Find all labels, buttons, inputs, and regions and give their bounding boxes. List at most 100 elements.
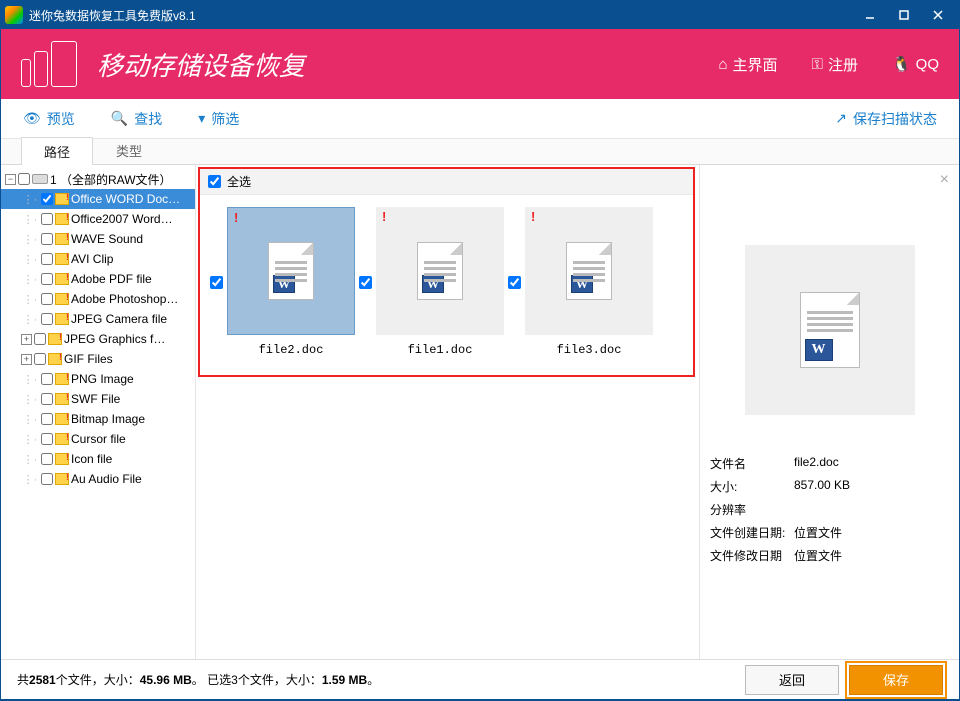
tree-item-label: Cursor file <box>71 432 126 446</box>
tree-item[interactable]: ⋮·SWF File <box>1 389 195 409</box>
qq-icon: 🐧 <box>892 55 911 73</box>
toolbar: 👁预览 🔍查找 ▾筛选 ↗保存扫描状态 <box>1 99 959 139</box>
folder-icon <box>55 413 69 425</box>
filter-button[interactable]: ▾筛选 <box>198 109 239 129</box>
tree-branch: ⋮· <box>21 233 39 246</box>
titlebar: 迷你兔数据恢复工具免费版v8.1 <box>1 1 959 29</box>
tree-item[interactable]: ⋮·Cursor file <box>1 429 195 449</box>
tree-item-label: Office WORD Doc… <box>71 192 180 206</box>
tree-item-checkbox[interactable] <box>41 373 53 385</box>
search-icon: 🔍 <box>111 110 128 127</box>
tree-item-checkbox[interactable] <box>41 413 53 425</box>
close-button[interactable] <box>921 3 955 27</box>
tree-item-label: Office2007 Word… <box>71 212 173 226</box>
tree-item-checkbox[interactable] <box>41 473 53 485</box>
back-button[interactable]: 返回 <box>745 665 839 695</box>
tree-item-label: Icon file <box>71 452 112 466</box>
status-text: 共2581个文件，大小：45.96 MB。 已选3个文件，大小：1.59 MB。 <box>17 671 735 688</box>
tree-item[interactable]: ⋮· Office WORD Doc… <box>1 189 195 209</box>
file-checkbox[interactable] <box>210 276 223 289</box>
tree-item[interactable]: ⋮·Adobe Photoshop… <box>1 289 195 309</box>
folder-icon <box>55 293 69 305</box>
meta-modified-label: 文件修改日期 <box>710 547 794 564</box>
tree-item-checkbox[interactable] <box>41 273 53 285</box>
tree-item-checkbox[interactable] <box>34 353 46 365</box>
tree-item-label: GIF Files <box>64 352 113 366</box>
register-link[interactable]: ⚿注册 <box>812 54 858 75</box>
tree-item-checkbox[interactable] <box>41 253 53 265</box>
tree-item[interactable]: ⋮·Icon file <box>1 449 195 469</box>
select-all-row: 全选 <box>200 169 693 195</box>
maximize-button[interactable] <box>887 3 921 27</box>
tree-branch: ⋮· <box>21 273 39 286</box>
tree-item[interactable]: ⋮·Au Audio File <box>1 469 195 489</box>
folder-icon <box>55 373 69 385</box>
tree-item-label: JPEG Graphics f… <box>64 332 165 346</box>
folder-icon <box>55 433 69 445</box>
key-icon: ⚿ <box>812 56 823 73</box>
preview-button[interactable]: 👁预览 <box>23 109 75 129</box>
tree-item-checkbox[interactable] <box>41 313 53 325</box>
tree-item-checkbox[interactable] <box>41 233 53 245</box>
tree-item[interactable]: ⋮·Bitmap Image <box>1 409 195 429</box>
file-cell[interactable]: !Wfile3.doc <box>504 207 653 357</box>
tree-item[interactable]: ⋮·Office2007 Word… <box>1 209 195 229</box>
tree-item[interactable]: ⋮·PNG Image <box>1 369 195 389</box>
tree-item[interactable]: ⋮·JPEG Camera file <box>1 309 195 329</box>
save-scan-button[interactable]: ↗保存扫描状态 <box>835 109 937 129</box>
folder-icon <box>48 333 62 345</box>
tree-item-checkbox[interactable] <box>41 433 53 445</box>
tree-branch: ⋮· <box>21 193 39 206</box>
warning-icon: ! <box>382 209 386 224</box>
find-button[interactable]: 🔍查找 <box>111 109 162 129</box>
meta-created-value: 位置文件 <box>794 524 842 541</box>
save-button[interactable]: 保存 <box>849 665 943 695</box>
preview-thumbnail: W <box>745 245 915 415</box>
collapse-icon[interactable]: − <box>5 174 16 185</box>
file-cell[interactable]: !Wfile1.doc <box>355 207 504 357</box>
word-doc-icon: W <box>566 242 612 300</box>
warning-icon: ! <box>531 209 535 224</box>
tree-item[interactable]: ⋮·Adobe PDF file <box>1 269 195 289</box>
meta-size-value: 857.00 KB <box>794 478 850 495</box>
tree-item-checkbox[interactable] <box>41 193 53 205</box>
tree-root[interactable]: − 1 （全部的RAW文件） <box>1 169 195 189</box>
close-panel-button[interactable]: × <box>940 171 949 189</box>
home-link[interactable]: ⌂主界面 <box>718 54 777 75</box>
file-thumbnail[interactable]: !W <box>376 207 504 335</box>
file-cell[interactable]: !Wfile2.doc <box>206 207 355 357</box>
expand-icon[interactable]: + <box>21 354 32 365</box>
tree-item-label: Adobe Photoshop… <box>71 292 178 306</box>
file-thumbnail[interactable]: !W <box>525 207 653 335</box>
tree-item-checkbox[interactable] <box>41 393 53 405</box>
file-thumbnail[interactable]: !W <box>227 207 355 335</box>
word-doc-icon: W <box>417 242 463 300</box>
minimize-button[interactable] <box>853 3 887 27</box>
tree-branch: ⋮· <box>21 373 39 386</box>
tree-item-checkbox[interactable] <box>41 293 53 305</box>
tree-item[interactable]: ⋮·AVI Clip <box>1 249 195 269</box>
tree-item-checkbox[interactable] <box>41 453 53 465</box>
folder-icon <box>55 393 69 405</box>
expand-icon[interactable]: + <box>21 334 32 345</box>
file-tree[interactable]: − 1 （全部的RAW文件） ⋮·Office WORD Doc…⋮·Offic… <box>1 165 196 659</box>
meta-modified-value: 位置文件 <box>794 547 842 564</box>
devices-icon <box>21 41 77 87</box>
file-checkbox[interactable] <box>508 276 521 289</box>
tree-root-checkbox[interactable] <box>18 173 30 185</box>
tab-path[interactable]: 路径 <box>21 137 93 165</box>
select-all-checkbox[interactable] <box>208 175 221 188</box>
top-banner: 移动存储设备恢复 ⌂主界面 ⚿注册 🐧QQ <box>1 29 959 99</box>
file-checkbox[interactable] <box>359 276 372 289</box>
meta-created-label: 文件创建日期: <box>710 524 794 541</box>
tree-item[interactable]: ⋮·WAVE Sound <box>1 229 195 249</box>
qq-link[interactable]: 🐧QQ <box>892 54 939 75</box>
tree-item[interactable]: + GIF Files <box>1 349 195 369</box>
tree-item-checkbox[interactable] <box>34 333 46 345</box>
tree-item[interactable]: + JPEG Graphics f… <box>1 329 195 349</box>
folder-icon <box>55 213 69 225</box>
tree-item-checkbox[interactable] <box>41 213 53 225</box>
tab-type[interactable]: 类型 <box>93 136 165 164</box>
funnel-icon: ▾ <box>198 110 205 127</box>
word-doc-icon: W <box>268 242 314 300</box>
